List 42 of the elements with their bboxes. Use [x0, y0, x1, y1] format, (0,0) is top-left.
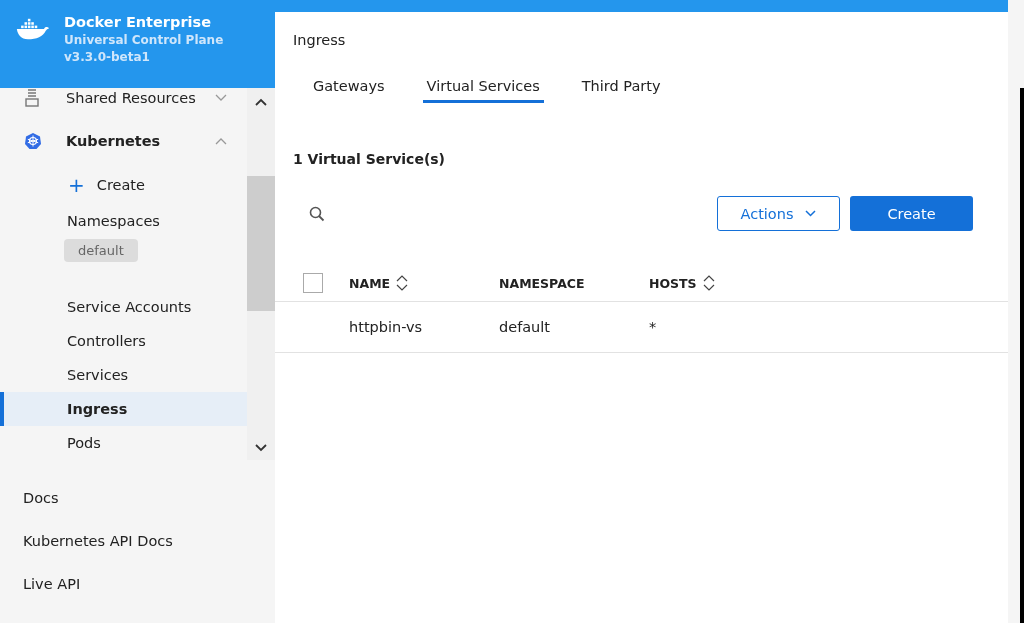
- whale-logo-icon: [16, 18, 50, 40]
- tab[interactable]: Gateways: [309, 78, 389, 103]
- namespaces-label: Namespaces: [66, 212, 161, 231]
- product-title: Docker Enterprise: [64, 14, 212, 30]
- column-header[interactable]: HOSTS: [649, 275, 697, 291]
- sidebar-link[interactable]: Kubernetes API Docs: [23, 533, 275, 555]
- sidebar-item[interactable]: Ingress: [0, 392, 247, 426]
- sidebar-section[interactable]: Kubernetes: [0, 130, 247, 152]
- page-title: Ingress: [292, 31, 347, 48]
- sidebar-link[interactable]: Docs: [23, 490, 275, 512]
- chevron-icon: [215, 94, 227, 102]
- actions-button[interactable]: Actions: [717, 196, 840, 231]
- namespace-chip[interactable]: default: [64, 239, 138, 262]
- caret-icon: [805, 210, 817, 217]
- sort-icon[interactable]: [396, 274, 409, 292]
- table-cell: default: [499, 319, 551, 335]
- sidebar-section[interactable]: Shared Resources: [0, 87, 247, 109]
- server-stack-icon: [24, 89, 40, 107]
- scrollbar[interactable]: [247, 88, 275, 460]
- sidebar-item[interactable]: Pods: [0, 426, 247, 460]
- sidebar-item[interactable]: Controllers: [0, 324, 247, 358]
- scroll-up-icon[interactable]: [255, 98, 267, 106]
- create-button[interactable]: Create: [850, 196, 973, 231]
- select-all-checkbox[interactable]: [303, 273, 323, 293]
- sidebar-item[interactable]: Services: [0, 358, 247, 392]
- sort-icon[interactable]: [702, 274, 715, 292]
- tab[interactable]: Virtual Services: [422, 78, 544, 103]
- chevron-icon: [215, 137, 227, 145]
- column-header[interactable]: NAME: [349, 275, 391, 291]
- sidebar-item[interactable]: Service Accounts: [0, 290, 247, 324]
- table-cell: httpbin-vs: [349, 319, 423, 335]
- product-subtitle: Universal Control Plane: [64, 33, 224, 47]
- sidebar-link[interactable]: Live API: [23, 576, 275, 598]
- version-label: v3.3.0-beta1: [64, 50, 151, 64]
- tab[interactable]: Third Party: [577, 78, 665, 103]
- result-count: 1 Virtual Service(s): [292, 150, 447, 167]
- search-icon[interactable]: [309, 205, 325, 222]
- helm-wheel-icon: [24, 132, 42, 150]
- column-header: NAMESPACE: [499, 275, 585, 291]
- create-link[interactable]: + Create: [0, 173, 247, 197]
- scroll-down-icon[interactable]: [255, 444, 267, 452]
- table-cell: *: [649, 319, 657, 335]
